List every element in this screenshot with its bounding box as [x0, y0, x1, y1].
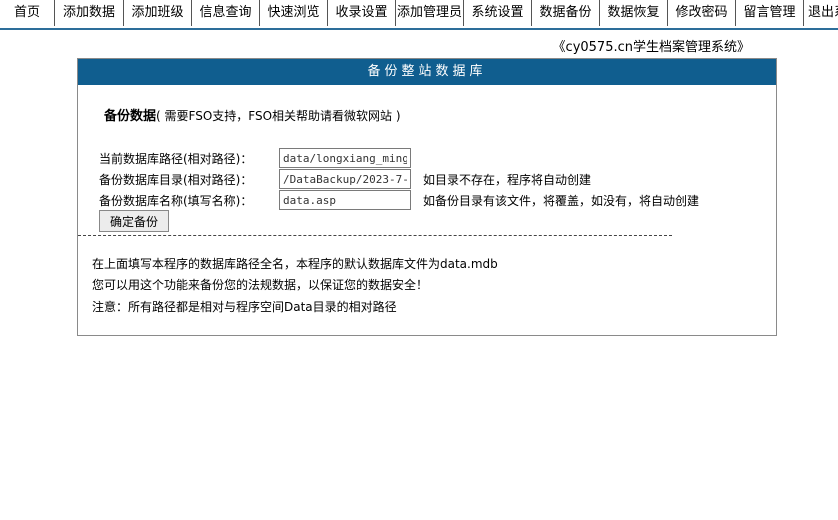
backup-dir-hint: 如目录不存在，程序将自动创建 [423, 172, 592, 187]
backup-dir-row: 备份数据库目录(相对路径)： 如目录不存在，程序将自动创建 [99, 169, 591, 189]
nav-data-restore[interactable]: 数据恢复 [600, 0, 668, 26]
backup-name-input[interactable] [279, 190, 411, 210]
top-navigation: 首页 添加数据 添加班级 信息查询 快速浏览 收录设置 添加管理员 系统设置 数… [0, 0, 838, 30]
note-default-db: 在上面填写本程序的数据库路径全名，本程序的默认数据库文件为data.mdb [92, 257, 498, 271]
divider [78, 235, 672, 236]
nav-add-data[interactable]: 添加数据 [55, 0, 124, 26]
nav-collect-settings[interactable]: 收录设置 [328, 0, 396, 26]
nav-logout[interactable]: 退出系统 [804, 0, 838, 26]
confirm-backup-button[interactable]: 确定备份 [99, 210, 169, 232]
panel-header: 备份整站数据库 [78, 59, 776, 85]
nav-info-query[interactable]: 信息查询 [192, 0, 260, 26]
backup-panel: 备份整站数据库 备份数据( 需要FSO支持，FSO相关帮助请看微软网站 ) 当前… [77, 58, 777, 336]
nav-data-backup[interactable]: 数据备份 [532, 0, 600, 26]
nav-system-settings[interactable]: 系统设置 [464, 0, 532, 26]
site-title: 《cy0575.cn学生档案管理系统》 [552, 40, 750, 55]
backup-name-label: 备份数据库名称(填写名称)： [99, 193, 253, 208]
section-title: 备份数据( 需要FSO支持，FSO相关帮助请看微软网站 ) [104, 105, 401, 124]
note-relative-path: 注意：所有路径都是相对与程序空间Data目录的相对路径 [92, 300, 397, 314]
section-title-label: 备份数据 [104, 109, 157, 124]
nav-add-class[interactable]: 添加班级 [124, 0, 192, 26]
backup-name-row: 备份数据库名称(填写名称)： 如备份目录有该文件，将覆盖，如没有，将自动创建 [99, 190, 699, 210]
backup-name-hint: 如备份目录有该文件，将覆盖，如没有，将自动创建 [423, 193, 700, 208]
backup-dir-input[interactable] [279, 169, 411, 189]
nav-home[interactable]: 首页 [0, 0, 55, 26]
fso-note: ( 需要FSO支持，FSO相关帮助请看微软网站 ) [156, 109, 401, 123]
backup-dir-label: 备份数据库目录(相对路径)： [99, 172, 253, 187]
current-db-path-label: 当前数据库路径(相对路径)： [99, 151, 253, 166]
current-db-path-input[interactable] [279, 148, 411, 168]
nav-add-admin[interactable]: 添加管理员 [396, 0, 464, 26]
nav-message-manage[interactable]: 留言管理 [736, 0, 804, 26]
note-backup-safety: 您可以用这个功能来备份您的法规数据，以保证您的数据安全！ [92, 278, 429, 292]
nav-quick-browse[interactable]: 快速浏览 [260, 0, 328, 26]
current-db-path-row: 当前数据库路径(相对路径)： [99, 148, 411, 168]
nav-change-password[interactable]: 修改密码 [668, 0, 736, 26]
